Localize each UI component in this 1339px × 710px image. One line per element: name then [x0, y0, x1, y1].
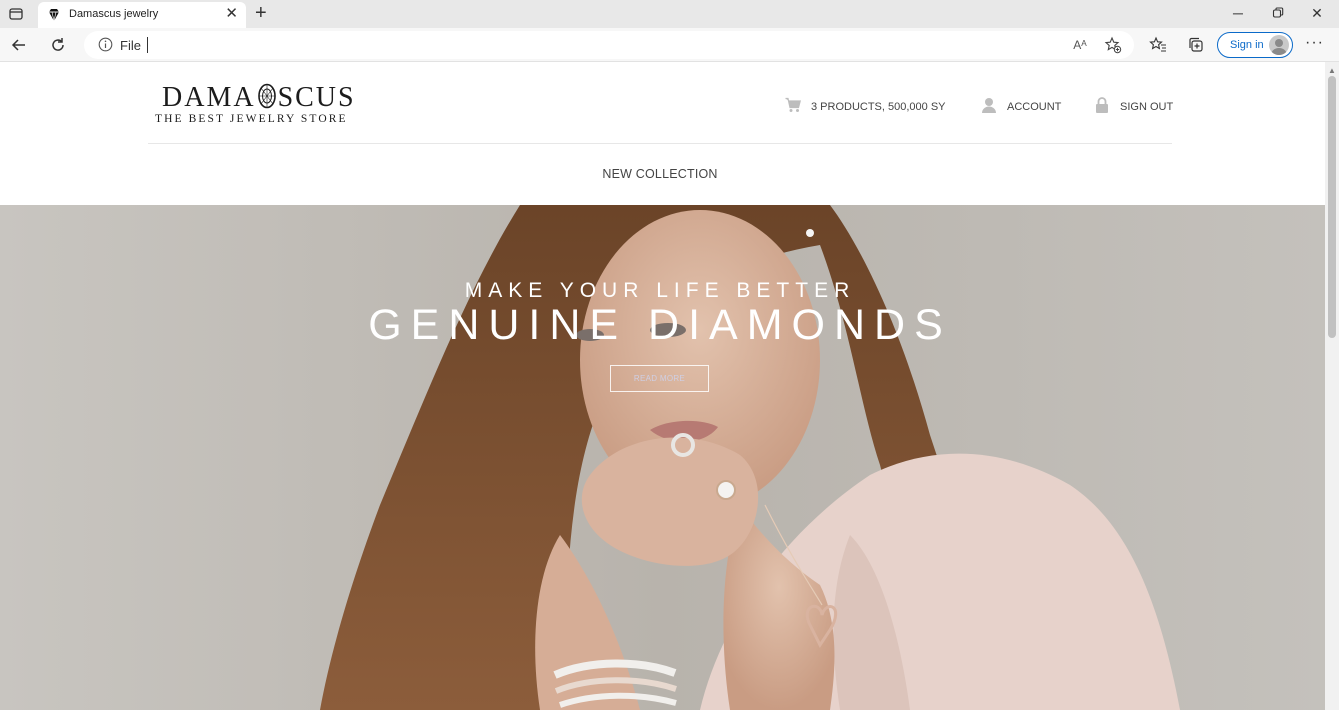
- diamond-logo-icon: [257, 83, 277, 109]
- browser-toolbar: File Aᴬ Sign in ···: [0, 28, 1339, 62]
- scroll-up-icon[interactable]: ▲: [1328, 66, 1336, 75]
- minimize-icon[interactable]: ─: [1228, 4, 1248, 22]
- refresh-icon[interactable]: [47, 34, 69, 56]
- more-options-icon[interactable]: ···: [1305, 34, 1324, 52]
- nav-new-collection-link[interactable]: NEW COLLECTION: [602, 167, 717, 181]
- favorites-icon[interactable]: [1147, 34, 1169, 56]
- new-tab-icon[interactable]: +: [255, 2, 267, 24]
- read-aloud-icon[interactable]: Aᴬ: [1071, 36, 1089, 54]
- restore-icon[interactable]: [1268, 4, 1288, 22]
- tab-actions-icon[interactable]: [8, 6, 24, 22]
- diamond-favicon-icon: [47, 8, 61, 22]
- page-scrollbar[interactable]: ▲: [1325, 62, 1339, 710]
- cart-label: 3 PRODUCTS, 500,000 SY: [811, 101, 946, 113]
- cart-icon: [785, 97, 801, 113]
- back-icon[interactable]: [8, 34, 30, 56]
- nav-new-collection: NEW COLLECTION: [0, 167, 1320, 181]
- browser-tab[interactable]: Damascus jewelry ✕: [38, 2, 246, 28]
- hero-subtitle: MAKE YOUR LIFE BETTER: [464, 279, 856, 302]
- logo-text-left: DAMA: [162, 82, 256, 113]
- lock-icon: [1094, 97, 1110, 113]
- address-bar[interactable]: File Aᴬ: [84, 31, 1134, 59]
- close-window-icon[interactable]: ✕: [1307, 4, 1327, 22]
- logo-tagline: THE BEST JEWELRY STORE: [155, 113, 348, 125]
- read-more-button[interactable]: READ MORE: [610, 365, 709, 392]
- browser-tab-bar: Damascus jewelry ✕ + ─ ✕: [0, 0, 1339, 28]
- profile-avatar-icon: [1269, 35, 1289, 55]
- info-icon[interactable]: [98, 37, 113, 52]
- add-favorite-icon[interactable]: [1104, 36, 1122, 54]
- user-icon: [981, 97, 997, 113]
- site-logo[interactable]: DAMA SCUS THE BEST JEWELRY STORE: [150, 82, 372, 130]
- page-viewport: DAMA SCUS THE BEST JEWELRY STORE 3 PRODUC…: [0, 62, 1325, 710]
- logo-text-right: SCUS: [277, 82, 356, 113]
- text-cursor: [147, 37, 148, 53]
- sign-out-link[interactable]: SIGN OUT: [1094, 97, 1173, 113]
- sign-in-button[interactable]: Sign in: [1217, 32, 1293, 58]
- hero-title: GENUINE DIAMONDS: [368, 301, 952, 349]
- account-label: ACCOUNT: [1007, 101, 1062, 113]
- logo-wordmark: DAMA SCUS: [162, 82, 356, 114]
- header-divider: [148, 143, 1172, 144]
- address-text: File: [120, 38, 141, 53]
- cart-link[interactable]: 3 PRODUCTS, 500,000 SY: [785, 97, 946, 113]
- account-link[interactable]: ACCOUNT: [981, 97, 1061, 113]
- sign-out-label: SIGN OUT: [1120, 101, 1174, 113]
- hero-banner: MAKE YOUR LIFE BETTER GENUINE DIAMONDS R…: [0, 205, 1325, 710]
- collections-icon[interactable]: [1185, 34, 1207, 56]
- tab-close-icon[interactable]: ✕: [225, 6, 238, 22]
- sign-in-label: Sign in: [1230, 39, 1264, 51]
- scroll-thumb[interactable]: [1328, 76, 1336, 338]
- tab-title: Damascus jewelry: [69, 8, 159, 20]
